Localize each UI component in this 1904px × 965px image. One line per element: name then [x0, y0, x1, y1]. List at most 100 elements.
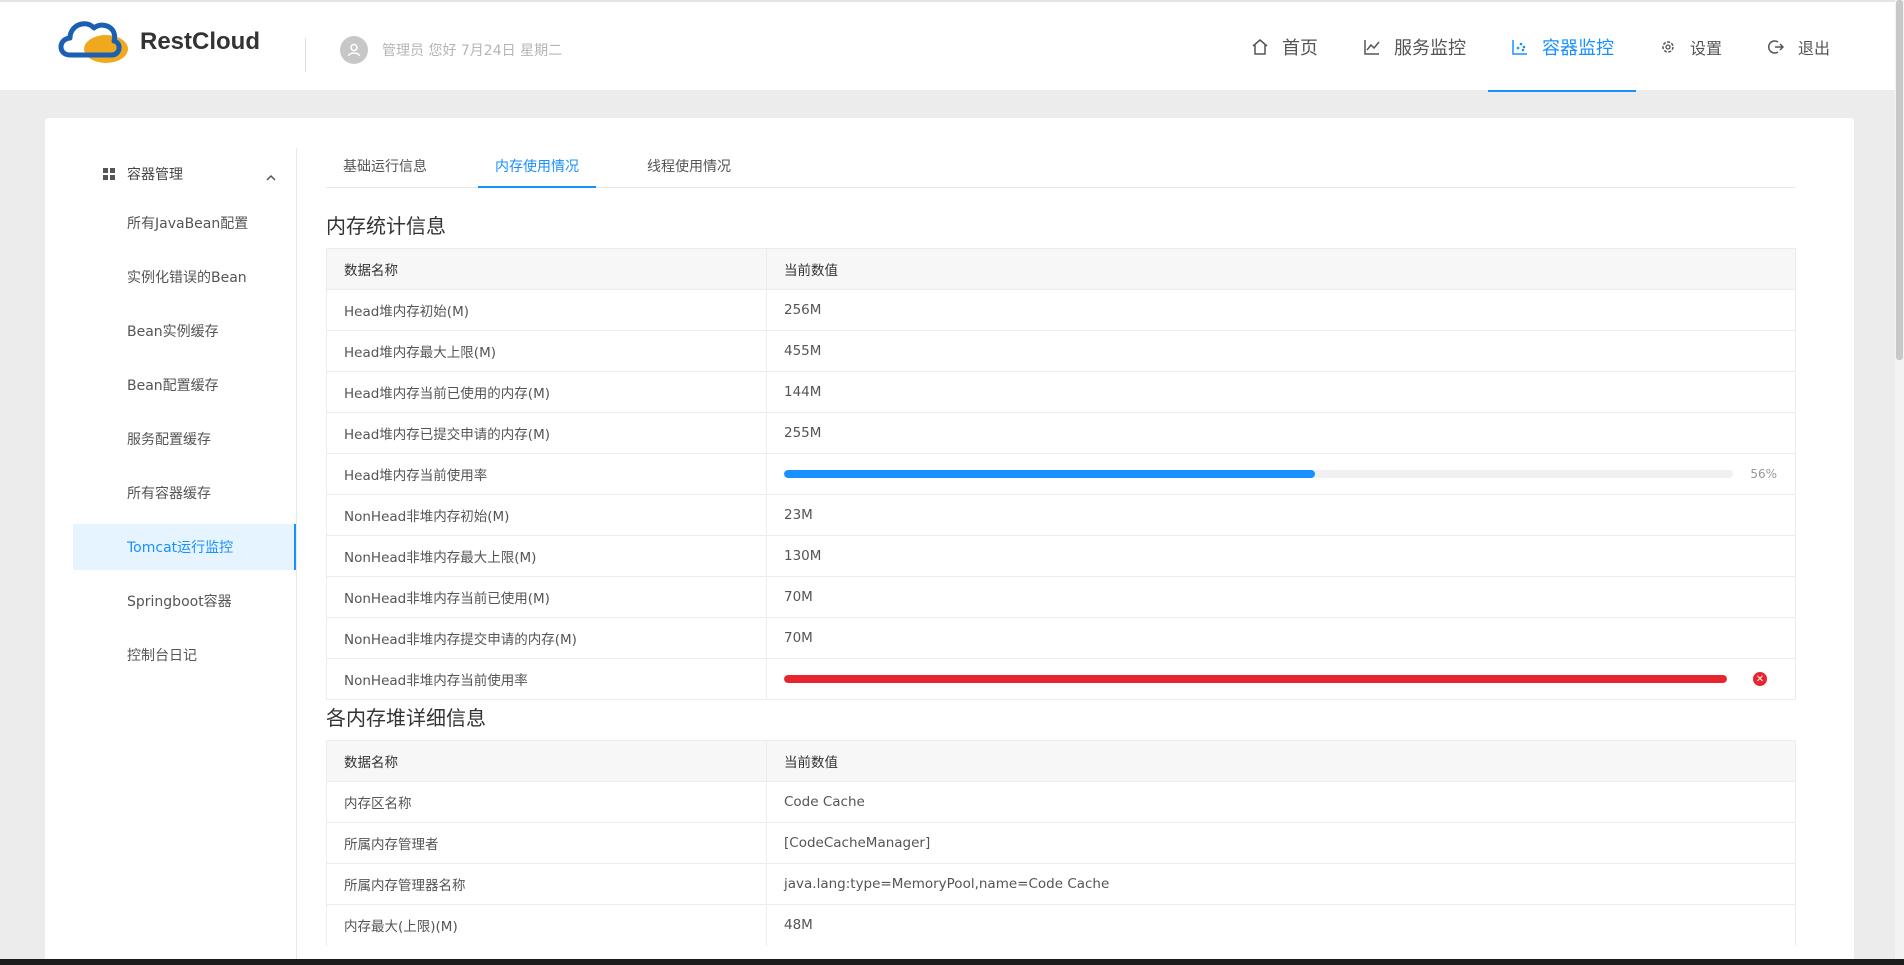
- row-name: NonHead非堆内存最大上限(M): [326, 535, 767, 577]
- row-value: 70M: [766, 617, 1796, 659]
- top-nav: 首页 服务监控 容器监控 设置 退出: [1228, 2, 1852, 92]
- row-name: Head堆内存初始(M): [326, 289, 767, 331]
- heap-detail-title: 各内存堆详细信息: [326, 706, 486, 730]
- row-value: 455M: [766, 330, 1796, 372]
- row-value: 56%: [766, 453, 1796, 495]
- sidebar-item-error-bean[interactable]: 实例化错误的Bean: [73, 254, 296, 300]
- row-value: ✕: [766, 658, 1796, 700]
- nav-logout-label: 退出: [1797, 39, 1830, 58]
- progress-track: [784, 675, 1727, 683]
- memory-stats-table: 数据名称 当前数值 Head堆内存初始(M) 256M Head堆内存最大上限(…: [326, 248, 1796, 700]
- row-name: NonHead非堆内存初始(M): [326, 494, 767, 536]
- user-info: 管理员 您好 7月24日 星期二: [340, 36, 562, 64]
- brand-logo[interactable]: RestCloud: [56, 14, 260, 70]
- dot-chart-icon: [1510, 37, 1530, 57]
- bottom-edge: [0, 959, 1904, 965]
- row-value: 255M: [766, 412, 1796, 454]
- sidebar-item-bean-instance-cache[interactable]: Bean实例缓存: [73, 308, 296, 354]
- sidebar: 容器管理 所有JavaBean配置 实例化错误的Bean Bean实例缓存 Be…: [73, 148, 297, 965]
- progress-fill: [784, 675, 1727, 683]
- chevron-up-icon: [266, 170, 276, 184]
- nonheap-usage-progress: ✕: [784, 672, 1795, 686]
- sidebar-item-all-container-cache[interactable]: 所有容器缓存: [73, 470, 296, 516]
- progress-fill: [784, 470, 1316, 478]
- heap-usage-progress: 56%: [784, 467, 1795, 481]
- sidebar-item-console-log[interactable]: 控制台日记: [73, 632, 296, 678]
- close-circle-icon: ✕: [1753, 672, 1767, 686]
- row-name: 所属内存管理器名称: [326, 863, 767, 905]
- sidebar-item-all-javabean[interactable]: 所有JavaBean配置: [73, 200, 296, 246]
- sidebar-item-tomcat-monitor[interactable]: Tomcat运行监控: [73, 524, 296, 570]
- row-value: 144M: [766, 371, 1796, 413]
- nav-home-label: 首页: [1281, 38, 1318, 59]
- table-row: 所属内存管理器名称 java.lang:type=MemoryPool,name…: [326, 863, 1796, 905]
- tab-memory-usage[interactable]: 内存使用情况: [478, 148, 596, 188]
- nav-service-monitor[interactable]: 服务监控: [1340, 2, 1488, 92]
- table-row: 内存区名称 Code Cache: [326, 781, 1796, 823]
- table-row: 所属内存管理者 [CodeCacheManager]: [326, 822, 1796, 864]
- row-name: NonHead非堆内存提交申请的内存(M): [326, 617, 767, 659]
- gear-icon: [1658, 37, 1678, 57]
- nav-home[interactable]: 首页: [1228, 2, 1340, 92]
- row-name: 内存区名称: [326, 781, 767, 823]
- sidebar-item-springboot[interactable]: Springboot容器: [73, 578, 296, 624]
- memory-stats-title: 内存统计信息: [326, 214, 446, 238]
- progress-track: [784, 470, 1733, 478]
- row-name: 内存最大(上限)(M): [326, 904, 767, 946]
- nav-settings[interactable]: 设置: [1636, 2, 1744, 92]
- table-row: Head堆内存初始(M) 256M: [326, 289, 1796, 331]
- row-name: Head堆内存最大上限(M): [326, 330, 767, 372]
- table-row: NonHead非堆内存当前已使用(M) 70M: [326, 576, 1796, 618]
- row-value: 48M: [766, 904, 1796, 946]
- row-value: Code Cache: [766, 781, 1796, 823]
- main-card: 容器管理 所有JavaBean配置 实例化错误的Bean Bean实例缓存 Be…: [45, 118, 1854, 965]
- column-header-value: 当前数值: [766, 248, 1796, 290]
- nav-settings-label: 设置: [1689, 39, 1722, 58]
- row-name: Head堆内存已提交申请的内存(M): [326, 412, 767, 454]
- row-name: Head堆内存当前已使用的内存(M): [326, 371, 767, 413]
- nav-container-monitor-label: 容器监控: [1541, 38, 1614, 59]
- row-value: java.lang:type=MemoryPool,name=Code Cach…: [766, 863, 1796, 905]
- row-name: NonHead非堆内存当前使用率: [326, 658, 767, 700]
- row-value: 23M: [766, 494, 1796, 536]
- cloud-logo-icon: [58, 21, 128, 63]
- tab-thread-usage[interactable]: 线程使用情况: [630, 148, 748, 188]
- scrollbar-thumb[interactable]: [1896, 0, 1903, 360]
- table-row: NonHead非堆内存当前使用率 ✕: [326, 658, 1796, 700]
- table-header-row: 数据名称 当前数值: [326, 248, 1796, 290]
- line-chart-icon: [1362, 37, 1382, 57]
- table-row: Head堆内存最大上限(M) 455M: [326, 330, 1796, 372]
- table-header-row: 数据名称 当前数值: [326, 740, 1796, 782]
- table-row: NonHead非堆内存初始(M) 23M: [326, 494, 1796, 536]
- row-name: Head堆内存当前使用率: [326, 453, 767, 495]
- page-scrollbar[interactable]: [1895, 0, 1904, 965]
- column-header-name: 数据名称: [326, 740, 767, 782]
- table-row: 内存最大(上限)(M) 48M: [326, 904, 1796, 946]
- column-header-value: 当前数值: [766, 740, 1796, 782]
- avatar[interactable]: [340, 36, 368, 64]
- brand-name: RestCloud: [140, 28, 260, 55]
- grid-icon: [103, 168, 115, 180]
- user-icon: [347, 43, 361, 57]
- nav-logout[interactable]: 退出: [1744, 2, 1852, 92]
- heap-detail-table: 数据名称 当前数值 内存区名称 Code Cache 所属内存管理者 [Code…: [326, 740, 1796, 946]
- table-row: NonHead非堆内存提交申请的内存(M) 70M: [326, 617, 1796, 659]
- sidebar-group-container[interactable]: 容器管理: [73, 148, 296, 200]
- sidebar-item-bean-config-cache[interactable]: Bean配置缓存: [73, 362, 296, 408]
- row-value: 256M: [766, 289, 1796, 331]
- sidebar-group-label: 容器管理: [127, 167, 183, 183]
- nav-service-monitor-label: 服务监控: [1393, 38, 1466, 59]
- header-divider: [305, 38, 306, 72]
- nav-container-monitor[interactable]: 容器监控: [1487, 2, 1636, 92]
- sidebar-item-service-config-cache[interactable]: 服务配置缓存: [73, 416, 296, 462]
- progress-label: 56%: [1750, 467, 1777, 481]
- table-row: NonHead非堆内存最大上限(M) 130M: [326, 535, 1796, 577]
- row-value: 70M: [766, 576, 1796, 618]
- home-icon: [1250, 37, 1270, 57]
- row-name: 所属内存管理者: [326, 822, 767, 864]
- tab-basic-info[interactable]: 基础运行信息: [326, 148, 444, 188]
- row-name: NonHead非堆内存当前已使用(M): [326, 576, 767, 618]
- user-greeting: 管理员 您好 7月24日 星期二: [382, 43, 563, 59]
- row-value: [CodeCacheManager]: [766, 822, 1796, 864]
- table-row: Head堆内存当前已使用的内存(M) 144M: [326, 371, 1796, 413]
